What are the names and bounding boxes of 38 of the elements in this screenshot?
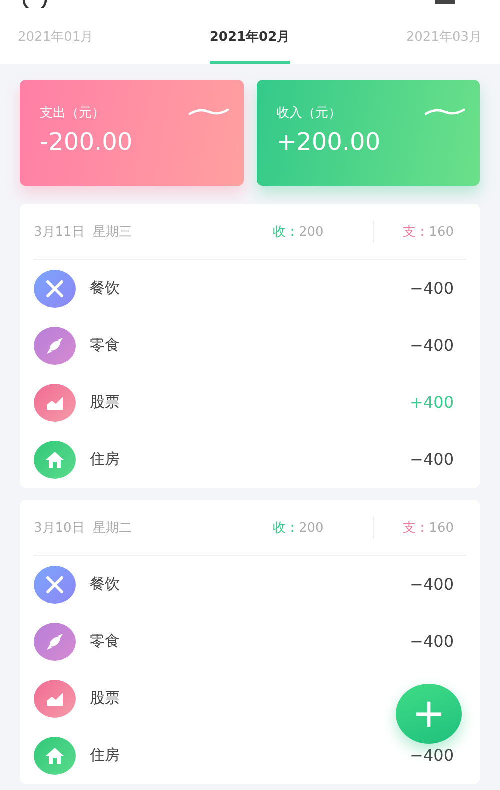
entry-amount: −400 <box>410 746 454 765</box>
category-name: 股票 <box>90 689 121 708</box>
day-date: 3月11日 星期三 <box>34 224 134 240</box>
entry-amount: −400 <box>410 279 454 298</box>
fork-knife-icon <box>34 270 76 308</box>
wave-icon <box>424 106 466 118</box>
day-income: 收：200 <box>273 224 325 240</box>
chart-icon <box>34 384 76 422</box>
month-tab[interactable]: 2021年03月 <box>406 28 482 64</box>
day-income: 收：200 <box>273 520 325 536</box>
category-name: 住房 <box>90 746 121 765</box>
entry-amount: −400 <box>410 632 454 651</box>
entry-amount: +400 <box>410 393 454 412</box>
summary-label: 支出（元） <box>40 105 105 122</box>
month-tab[interactable]: 2021年02月 <box>210 28 290 64</box>
candy-icon <box>34 326 76 364</box>
day-expense: 支：160 <box>402 224 454 240</box>
day-expense: 支：160 <box>402 520 454 536</box>
house-icon <box>34 440 76 478</box>
category-name: 零食 <box>90 336 121 355</box>
candy-icon <box>34 622 76 660</box>
category-name: 零食 <box>90 632 121 651</box>
chart-icon <box>34 680 76 718</box>
summary-amount: +200.00 <box>276 128 381 156</box>
category-name: 餐饮 <box>90 575 121 594</box>
day-date: 3月10日 星期二 <box>34 520 134 536</box>
summary-amount: -200.00 <box>40 128 133 156</box>
category-name: 餐饮 <box>90 279 121 298</box>
category-name: 住房 <box>90 450 121 469</box>
entry-amount: −400 <box>410 450 454 469</box>
summary-label: 收入（元） <box>276 105 342 122</box>
month-tab[interactable]: 2021年01月 <box>18 28 94 64</box>
entry-amount: −400 <box>410 575 454 594</box>
fork-knife-icon <box>34 566 76 604</box>
category-name: 股票 <box>90 393 121 412</box>
entry-amount: −400 <box>410 336 454 355</box>
wave-icon <box>188 106 230 118</box>
house-icon <box>34 736 76 774</box>
